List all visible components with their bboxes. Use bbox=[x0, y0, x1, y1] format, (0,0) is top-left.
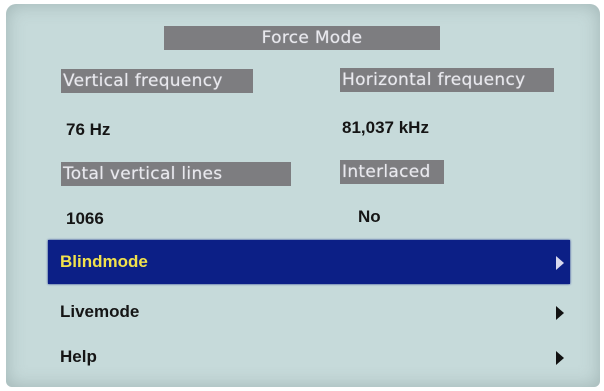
total-vertical-lines-label: Total vertical lines bbox=[61, 162, 291, 186]
vertical-frequency-label: Vertical frequency bbox=[61, 69, 253, 93]
interlaced-value: No bbox=[358, 207, 381, 226]
osd-title: Force Mode bbox=[164, 26, 440, 50]
interlaced-label: Interlaced bbox=[340, 160, 444, 184]
menu-item-livemode[interactable]: Livemode bbox=[48, 290, 570, 334]
osd-screen: Force Mode Vertical frequency Horizontal… bbox=[6, 4, 600, 387]
chevron-right-icon bbox=[556, 306, 564, 320]
horizontal-frequency-value: 81,037 kHz bbox=[342, 118, 429, 137]
vertical-frequency-value: 76 Hz bbox=[66, 120, 111, 139]
menu-item-help[interactable]: Help bbox=[48, 335, 570, 379]
chevron-right-icon bbox=[556, 256, 564, 270]
menu-item-label: Livemode bbox=[60, 302, 140, 321]
chevron-right-icon bbox=[556, 351, 564, 365]
menu-item-blindmode[interactable]: Blindmode bbox=[48, 240, 570, 284]
total-vertical-lines-value: 1066 bbox=[66, 209, 104, 228]
horizontal-frequency-label: Horizontal frequency bbox=[340, 68, 554, 92]
menu-item-label: Help bbox=[60, 347, 97, 366]
menu-item-label: Blindmode bbox=[60, 252, 148, 271]
